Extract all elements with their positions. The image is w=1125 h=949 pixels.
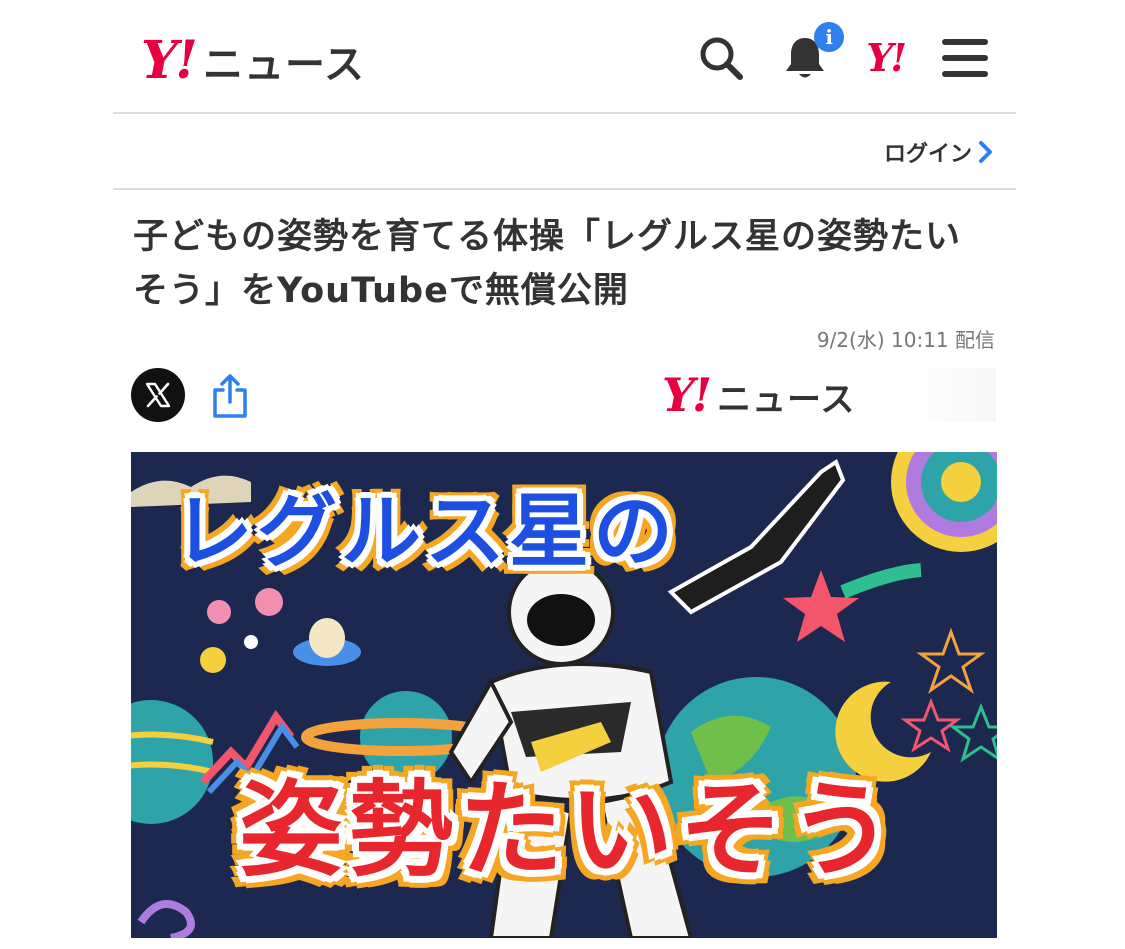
- yahoo-home-button[interactable]: Y!: [866, 35, 907, 80]
- source-logo: Y! ニュース: [662, 372, 855, 421]
- share-bar: Y! ニュース: [131, 368, 996, 424]
- source-logo-mark: Y!: [662, 368, 712, 422]
- login-link[interactable]: ログイン: [884, 136, 994, 168]
- article-date: 9/2(水) 10:11 配信: [816, 328, 995, 352]
- notification-button[interactable]: i: [782, 22, 845, 82]
- share-icon: [213, 374, 247, 418]
- login-bar: ログイン: [113, 114, 1016, 190]
- menu-icon: [942, 39, 988, 77]
- app-header: Y! ニュース i Y!: [113, 0, 1016, 114]
- search-button[interactable]: [698, 35, 744, 81]
- share-button[interactable]: [211, 372, 249, 424]
- news-logo-text: ニュース: [202, 42, 365, 88]
- search-icon: [700, 37, 744, 80]
- x-logo-icon: [145, 382, 171, 408]
- yahoo-logo-mark: Y!: [141, 30, 198, 91]
- article-hero-image[interactable]: レグルス星の 姿勢たいそう: [131, 452, 997, 938]
- yahoo-news-logo[interactable]: Y! ニュース: [141, 32, 365, 90]
- source-logo-text: ニュース: [717, 380, 856, 420]
- article-title: 子どもの姿勢を育てる体操「レグルス星の姿勢たいそう」をYouTubeで無償公開: [133, 217, 962, 311]
- hero-headline-bottom: 姿勢たいそう: [239, 769, 900, 891]
- source-fade: [906, 368, 996, 422]
- login-label: ログイン: [883, 142, 972, 167]
- share-x-button[interactable]: [131, 368, 185, 422]
- menu-button[interactable]: [942, 37, 988, 79]
- hero-headline-top: レグルス星の: [173, 485, 677, 578]
- chevron-right-icon: [979, 141, 992, 163]
- header-actions: i Y!: [698, 22, 988, 82]
- yahoo-mark: Y!: [866, 35, 907, 80]
- notification-badge: i: [814, 22, 845, 52]
